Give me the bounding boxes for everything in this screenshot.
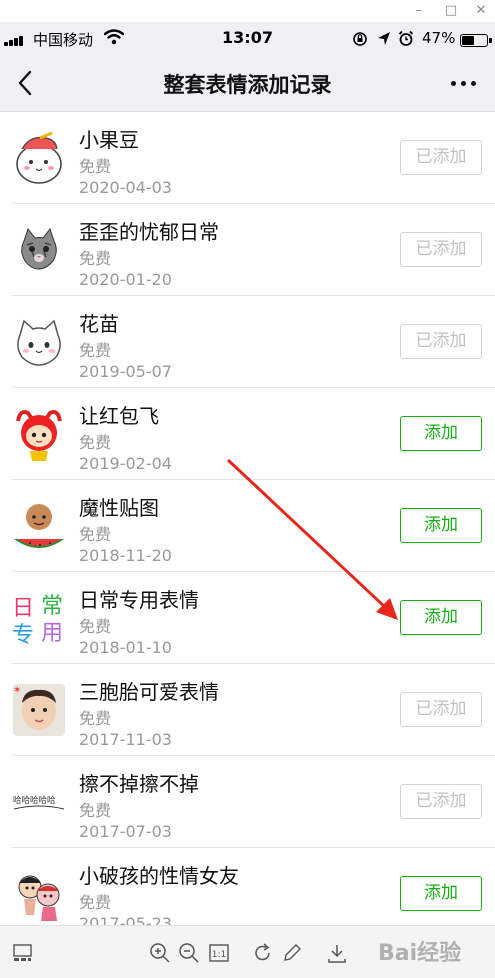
add-button[interactable]: 添加 [400, 508, 482, 543]
sticker-avatar-watermelon-man [14, 504, 64, 548]
close-icon[interactable]: ✕ [473, 3, 489, 18]
item-name: 让红包飞 [79, 404, 159, 428]
item-date: 2018-11-20 [79, 546, 172, 565]
list-item[interactable]: ✶ 三胞胎可爱表情 免费 2017-11-03 已添加 [0, 664, 495, 756]
added-button[interactable]: 已添加 [400, 232, 482, 267]
watermark: Bai经验 [378, 941, 462, 966]
item-price: 免费 [79, 801, 112, 820]
added-button[interactable]: 已添加 [400, 324, 482, 359]
svg-text:1:1: 1:1 [212, 950, 226, 960]
add-button[interactable]: 添加 [400, 876, 482, 911]
window-chrome: – □ ✕ [0, 0, 495, 22]
add-button[interactable]: 添加 [400, 600, 482, 635]
item-price: 免费 [79, 525, 112, 544]
zoom-in-icon[interactable] [149, 942, 171, 964]
rotate-icon[interactable] [252, 942, 274, 964]
orientation-lock-icon [353, 32, 367, 46]
sticker-avatar-baby-photo: ✶ [13, 684, 65, 736]
item-date: 2017-11-03 [79, 730, 172, 749]
item-date: 2019-02-04 [79, 454, 172, 473]
item-name: 日常专用表情 [79, 588, 199, 612]
more-dots-icon[interactable] [446, 68, 482, 98]
list-item[interactable]: 日 常 专 用 日常专用表情 免费 2018-01-10 添加 [0, 572, 495, 664]
svg-text:用: 用 [41, 621, 63, 646]
list-item[interactable]: 让红包飞 免费 2019-02-04 添加 [0, 388, 495, 480]
svg-text:✶: ✶ [13, 685, 21, 696]
svg-text:日: 日 [12, 596, 34, 621]
item-date: 2017-05-23 [79, 914, 172, 925]
status-time: 13:07 [222, 28, 273, 47]
maximize-icon[interactable]: □ [443, 3, 459, 18]
item-price: 免费 [79, 433, 112, 452]
item-date: 2017-07-03 [79, 822, 172, 841]
item-date: 2020-01-20 [79, 270, 172, 289]
actual-size-icon[interactable]: 1:1 [208, 942, 230, 964]
pen-icon[interactable] [281, 942, 303, 964]
added-button[interactable]: 已添加 [400, 140, 482, 175]
svg-text:专: 专 [12, 623, 34, 647]
sticker-avatar-xiaopohai [18, 875, 60, 921]
item-date: 2018-01-10 [79, 638, 172, 657]
item-name: 三胞胎可爱表情 [79, 680, 219, 704]
zoom-out-icon[interactable] [178, 942, 200, 964]
sticker-avatar-xiaoguodou [16, 131, 62, 184]
battery-icon [460, 34, 492, 47]
status-bar: 中国移动 13:07 47% [0, 22, 495, 56]
list-item[interactable]: 歪歪的忧郁日常 免费 2020-01-20 已添加 [0, 204, 495, 296]
list-item[interactable]: 小破孩的性情女友 免费 2017-05-23 添加 [0, 848, 495, 925]
svg-text:哈哈哈哈哈: 哈哈哈哈哈 [13, 795, 56, 806]
svg-text:常: 常 [41, 594, 63, 619]
alarm-icon [398, 30, 414, 46]
location-icon [378, 32, 390, 45]
sticker-avatar-cat [21, 227, 57, 270]
item-name: 花苗 [79, 312, 119, 336]
sticker-avatar-haha-text: 哈哈哈哈哈 [13, 795, 65, 810]
item-price: 免费 [79, 709, 112, 728]
sticker-pack-list: 小果豆 免费 2020-04-03 已添加 歪歪的忧郁日常 免费 2020-01… [0, 112, 495, 925]
item-price: 免费 [79, 249, 112, 268]
minimize-icon[interactable]: – [411, 3, 427, 18]
list-item[interactable]: 小果豆 免费 2020-04-03 已添加 [0, 112, 495, 204]
item-name: 擦不掉擦不掉 [79, 772, 199, 796]
list-item[interactable]: 魔性贴图 免费 2018-11-20 添加 [0, 480, 495, 572]
nav-bar: 整套表情添加记录 [0, 56, 495, 112]
add-button[interactable]: 添加 [400, 416, 482, 451]
item-price: 免费 [79, 157, 112, 176]
added-button[interactable]: 已添加 [400, 784, 482, 819]
item-name: 歪歪的忧郁日常 [79, 220, 219, 244]
thumbnail-icon[interactable] [12, 942, 34, 964]
item-price: 免费 [79, 617, 112, 636]
list-item[interactable]: 哈哈哈哈哈 擦不掉擦不掉 免费 2017-07-03 已添加 [0, 756, 495, 848]
download-icon[interactable] [326, 942, 348, 964]
item-price: 免费 [79, 341, 112, 360]
page-title: 整套表情添加记录 [163, 73, 332, 97]
list-item[interactable]: 花苗 免费 2019-05-07 已添加 [0, 296, 495, 388]
battery-percent: 47% [422, 29, 456, 47]
sticker-avatar-richang: 日 常 专 用 [12, 594, 63, 647]
added-button[interactable]: 已添加 [400, 692, 482, 727]
sticker-avatar-white-cat [17, 319, 61, 366]
item-name: 小破孩的性情女友 [79, 864, 239, 888]
item-price: 免费 [79, 893, 112, 912]
item-name: 小果豆 [79, 128, 139, 152]
sticker-avatar-red-envelope [16, 410, 62, 461]
item-name: 魔性贴图 [79, 496, 159, 520]
item-date: 2020-04-03 [79, 178, 172, 197]
item-date: 2019-05-07 [79, 362, 172, 381]
